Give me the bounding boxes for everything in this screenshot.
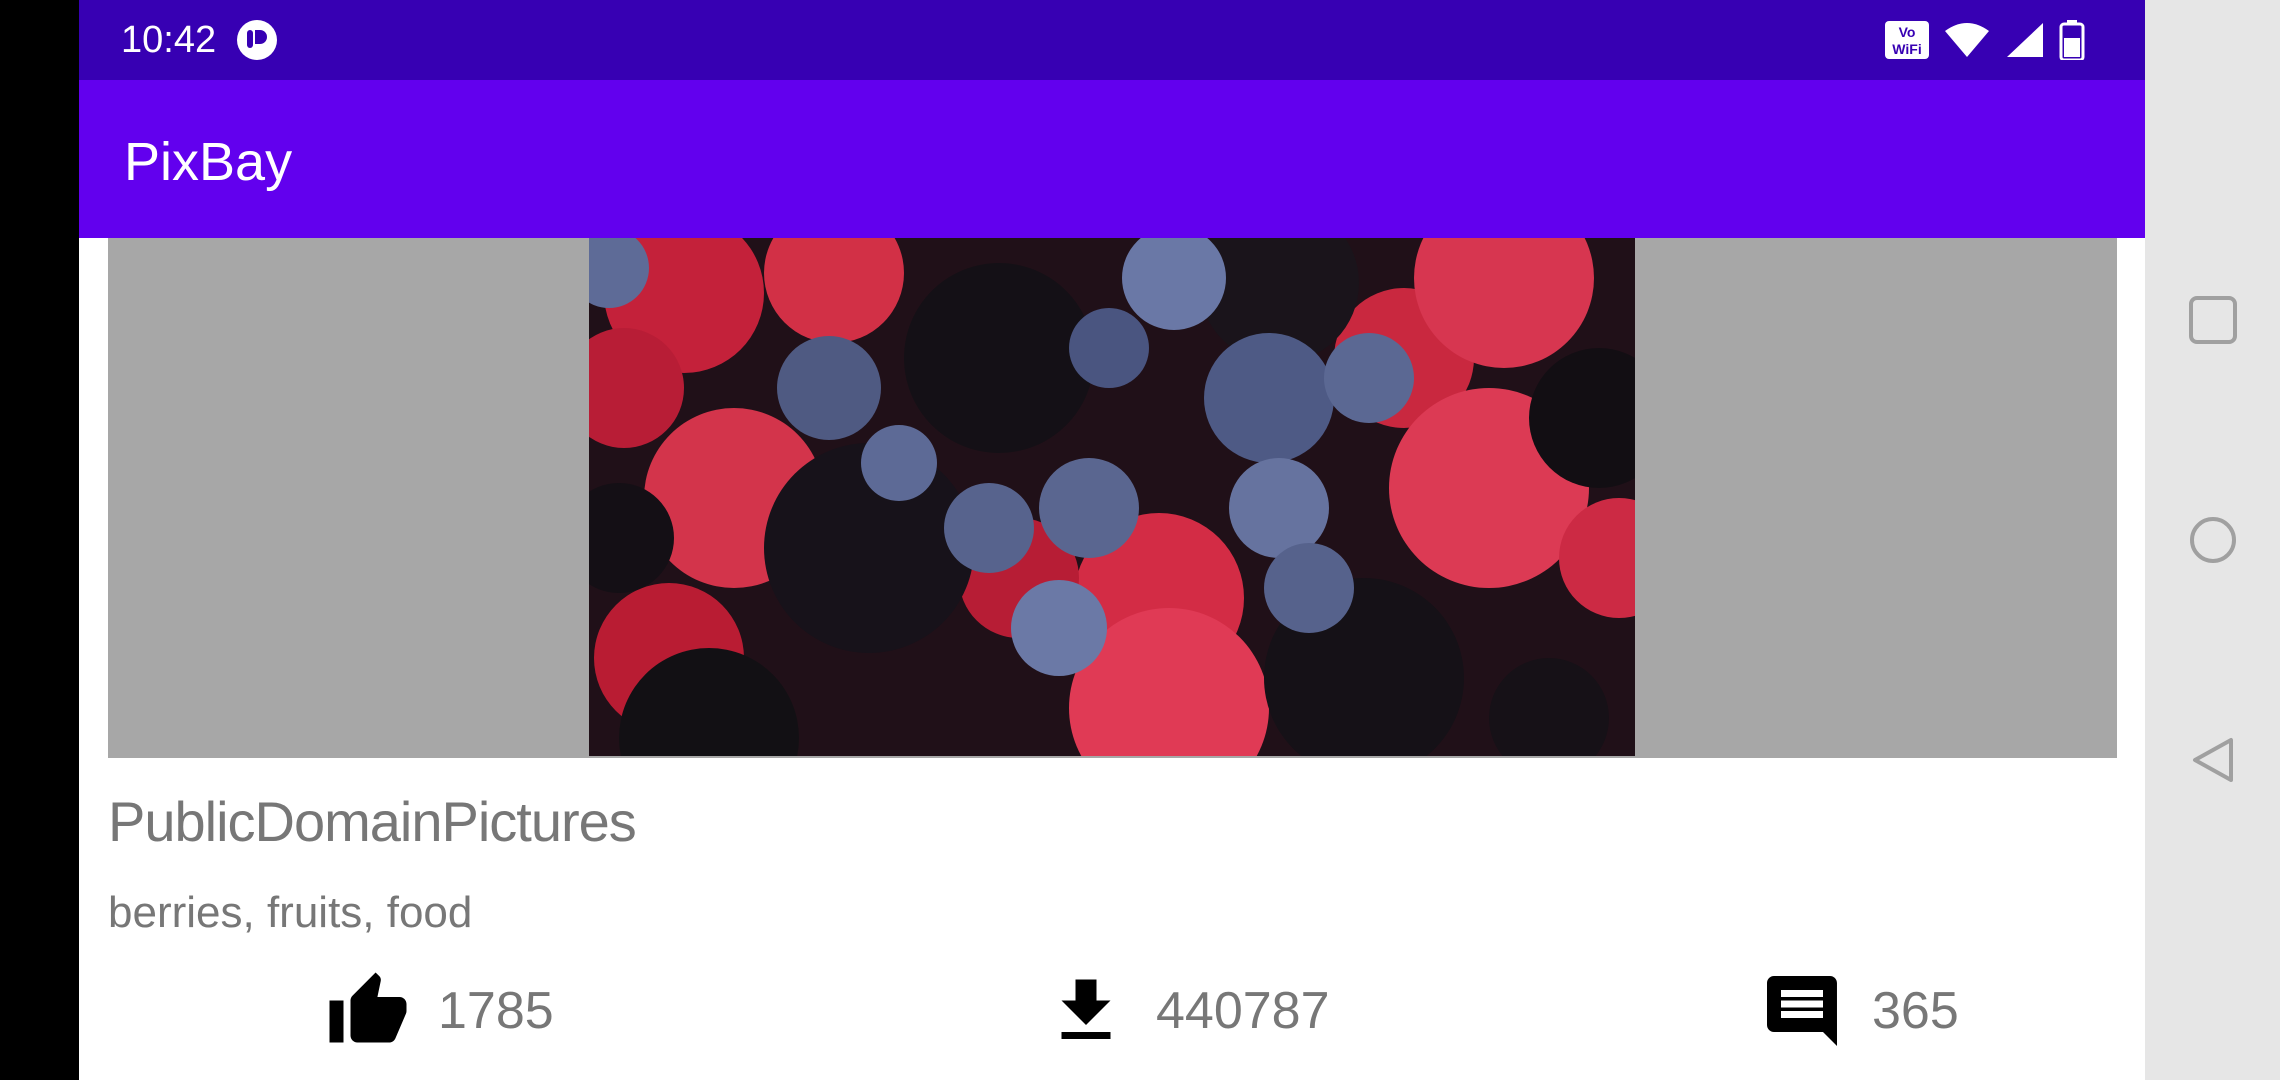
- likes-stat[interactable]: 1785: [326, 966, 554, 1056]
- app-screen: 10:42 Vo WiFi PixBay PublicDomainPicture…: [79, 0, 2145, 1080]
- comments-count: 365: [1872, 982, 1959, 1040]
- pixabay-notification-icon: [237, 20, 277, 60]
- thumb-up-icon: [329, 972, 407, 1043]
- app-bar: PixBay: [79, 80, 2145, 238]
- triangle-back-icon[interactable]: [2187, 734, 2239, 786]
- cell-signal-icon: [2007, 23, 2043, 57]
- status-icons: Vo WiFi: [1885, 18, 2085, 62]
- square-icon[interactable]: [2187, 294, 2239, 346]
- app-title: PixBay: [124, 132, 293, 192]
- status-bar: 10:42 Vo WiFi: [79, 0, 2145, 80]
- berries-photo[interactable]: [589, 238, 1635, 756]
- image-tags: berries, fruits, food: [108, 888, 473, 937]
- likes-count: 1785: [438, 982, 554, 1040]
- download-icon: [1061, 979, 1111, 1039]
- battery-icon: [2059, 20, 2085, 60]
- image-frame[interactable]: [108, 238, 2117, 758]
- navigation-bar: [2145, 0, 2280, 1080]
- comments-stat[interactable]: 365: [1760, 966, 1959, 1056]
- vowifi-icon: Vo WiFi: [1885, 21, 1929, 59]
- comment-icon: [1767, 976, 1837, 1046]
- svg-text:WiFi: WiFi: [1892, 41, 1921, 57]
- downloads-count: 440787: [1156, 982, 1330, 1040]
- downloads-stat[interactable]: 440787: [1044, 966, 1330, 1056]
- status-time: 10:42: [121, 19, 217, 61]
- author-name: PublicDomainPictures: [108, 790, 637, 853]
- circle-icon[interactable]: [2187, 514, 2239, 566]
- wifi-icon: [1945, 23, 1989, 57]
- svg-text:Vo: Vo: [1899, 24, 1916, 40]
